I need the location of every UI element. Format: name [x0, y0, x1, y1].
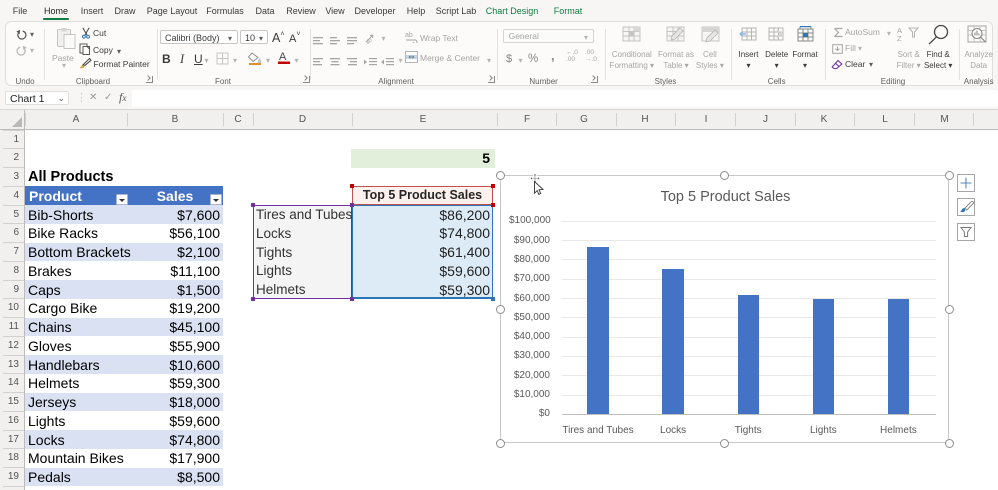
svg-text:Z: Z	[897, 34, 902, 41]
svg-text:A: A	[279, 51, 287, 63]
svg-text:ab: ab	[405, 32, 413, 39]
